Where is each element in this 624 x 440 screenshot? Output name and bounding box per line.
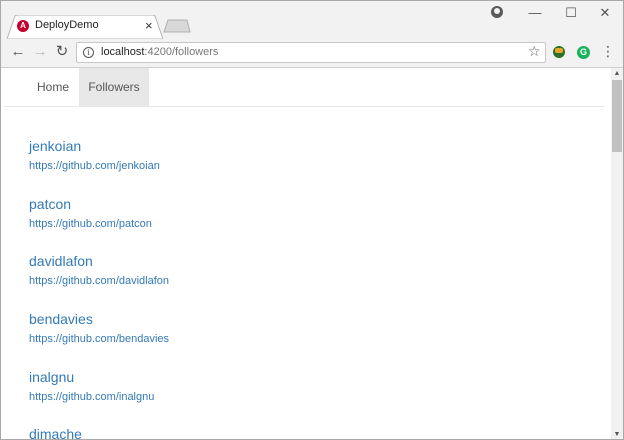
- follower-item: bendavies https://github.com/bendavies: [29, 311, 169, 345]
- extension-icon[interactable]: [553, 46, 565, 58]
- follower-item: inalgnu https://github.com/inalgnu: [29, 369, 154, 403]
- nav-followers-link[interactable]: Followers: [79, 68, 149, 106]
- window-close-icon[interactable]: ✕: [595, 5, 615, 21]
- scroll-thumb[interactable]: [612, 80, 622, 152]
- grammarly-icon[interactable]: G: [577, 46, 590, 59]
- nav-home-link[interactable]: Home: [28, 68, 78, 106]
- tab-title: DeployDemo: [35, 19, 99, 31]
- url-text[interactable]: localhost:4200/followers: [101, 46, 218, 58]
- angular-favicon-icon: A: [17, 20, 29, 32]
- follower-login[interactable]: patcon: [29, 196, 152, 212]
- follower-item: dimache: [29, 426, 82, 439]
- page-viewport: Home Followers jenkoian https://github.c…: [1, 68, 611, 439]
- follower-login[interactable]: jenkoian: [29, 138, 160, 154]
- vertical-scrollbar[interactable]: ▲ ▼: [611, 68, 623, 439]
- follower-login[interactable]: bendavies: [29, 311, 169, 327]
- follower-url[interactable]: https://github.com/patcon: [29, 218, 152, 230]
- maximize-icon[interactable]: ☐: [561, 5, 581, 21]
- follower-item: davidlafon https://github.com/davidlafon: [29, 253, 169, 287]
- forward-icon[interactable]: →: [31, 43, 49, 61]
- scroll-down-arrow-icon[interactable]: ▼: [611, 429, 623, 439]
- reload-icon[interactable]: ↻: [53, 43, 71, 61]
- follower-url[interactable]: https://github.com/jenkoian: [29, 160, 160, 172]
- follower-url[interactable]: https://github.com/inalgnu: [29, 391, 154, 403]
- follower-login[interactable]: davidlafon: [29, 253, 169, 269]
- follower-login[interactable]: dimache: [29, 426, 82, 439]
- follower-url[interactable]: https://github.com/bendavies: [29, 333, 169, 345]
- follower-url[interactable]: https://github.com/davidlafon: [29, 275, 169, 287]
- new-tab-button[interactable]: [163, 19, 191, 33]
- tab-close-icon[interactable]: ×: [145, 18, 153, 33]
- url-host: localhost: [101, 46, 145, 58]
- minimize-icon[interactable]: —: [525, 5, 545, 21]
- follower-login[interactable]: inalgnu: [29, 369, 154, 385]
- bookmark-star-icon[interactable]: ☆: [528, 43, 541, 60]
- scroll-up-arrow-icon[interactable]: ▲: [611, 68, 623, 80]
- browser-window: A DeployDemo × — ☐ ✕ ← → ↻ i localhost:4…: [0, 0, 624, 440]
- follower-item: patcon https://github.com/patcon: [29, 196, 152, 230]
- url-path: :4200/followers: [144, 46, 219, 58]
- app-navbar: Home Followers: [4, 68, 604, 107]
- info-icon[interactable]: i: [83, 47, 94, 58]
- chrome-menu-icon[interactable]: ⋮: [601, 43, 615, 60]
- address-bar[interactable]: i localhost:4200/followers ☆: [76, 42, 546, 63]
- back-icon[interactable]: ←: [9, 43, 27, 61]
- follower-item: jenkoian https://github.com/jenkoian: [29, 138, 160, 172]
- tab-strip: A DeployDemo × — ☐ ✕: [1, 1, 623, 39]
- profile-icon[interactable]: [491, 6, 503, 18]
- browser-toolbar: ← → ↻ i localhost:4200/followers ☆ G ⋮: [1, 39, 623, 68]
